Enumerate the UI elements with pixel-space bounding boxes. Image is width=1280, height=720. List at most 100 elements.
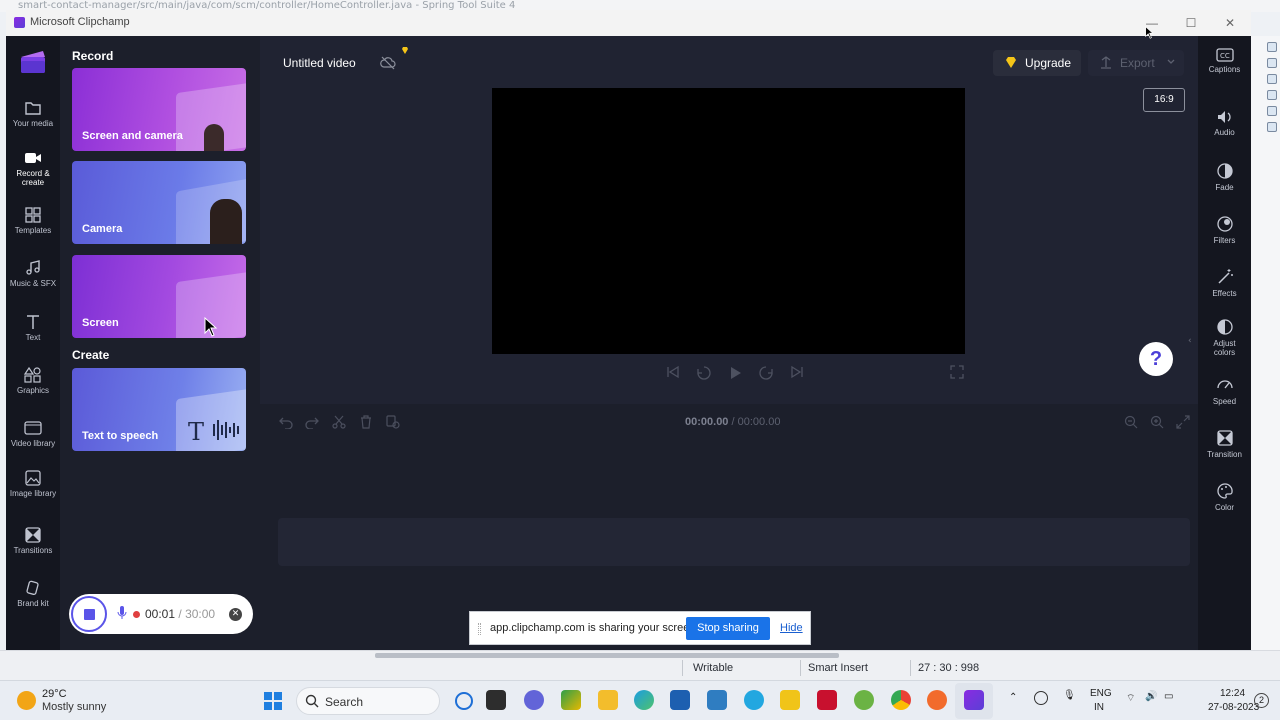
nav-video-library[interactable]: Video library — [6, 420, 60, 470]
wifi-icon[interactable]: ⌔ — [1126, 692, 1135, 705]
sticky-notes-icon[interactable] — [780, 690, 800, 710]
edge-browser-icon[interactable] — [634, 690, 654, 710]
nav-image-library[interactable]: Image library — [6, 470, 60, 520]
prop-filters[interactable]: Filters — [1198, 215, 1251, 265]
store-app-icon[interactable] — [561, 690, 581, 710]
onedrive-icon[interactable] — [1034, 691, 1048, 705]
ide-horizontal-scrollbar[interactable] — [375, 653, 839, 658]
microphone-icon[interactable] — [117, 606, 127, 620]
volume-icon[interactable]: 🔊 — [1145, 691, 1157, 702]
mcafee-icon[interactable] — [817, 690, 837, 710]
export-button[interactable]: Export — [1088, 50, 1184, 76]
nav-record-create[interactable]: Record & create — [6, 150, 60, 200]
upgrade-button[interactable]: Upgrade — [993, 50, 1081, 76]
battery-icon[interactable]: ▭ — [1164, 691, 1173, 702]
postman-icon[interactable] — [927, 690, 947, 710]
task-view-icon[interactable] — [486, 690, 506, 710]
nav-label: Your media — [12, 119, 54, 128]
weather-sun-icon[interactable] — [17, 691, 36, 710]
discard-recording-icon[interactable]: ✕ — [229, 608, 242, 621]
help-button[interactable]: ? — [1139, 342, 1173, 376]
prop-captions[interactable]: CC Captions — [1198, 48, 1251, 98]
tray-microphone-icon[interactable]: 🎙 — [1063, 690, 1076, 701]
video-preview-canvas[interactable] — [492, 88, 965, 354]
cloud-sync-off-icon[interactable] — [380, 56, 396, 70]
prop-fade[interactable]: Fade — [1198, 162, 1251, 212]
clock-time[interactable]: 12:24 — [1220, 688, 1245, 699]
nav-templates[interactable]: Templates — [6, 207, 60, 257]
text-to-speech-waveform-icon: T — [188, 418, 239, 444]
screen-card[interactable]: Screen — [72, 255, 246, 338]
collapse-properties-chevron-icon[interactable]: ‹ — [1188, 336, 1192, 346]
ide-tool-icon[interactable] — [1267, 90, 1277, 100]
rewind-5s-icon[interactable] — [696, 365, 712, 381]
ide-tool-icon[interactable] — [1267, 122, 1277, 132]
duplicate-icon[interactable] — [386, 415, 400, 429]
nav-brand-kit[interactable]: Brand kit — [6, 580, 60, 630]
windows-start-icon[interactable] — [263, 691, 283, 711]
microsoft-store-icon[interactable] — [670, 690, 690, 710]
language-top[interactable]: ENG — [1090, 688, 1112, 699]
nav-label: Graphics — [16, 386, 49, 395]
video-title[interactable]: Untitled video — [283, 56, 356, 70]
app-icon[interactable] — [744, 690, 764, 710]
bing-chat-icon[interactable] — [455, 692, 473, 710]
stop-sharing-button[interactable]: Stop sharing — [686, 617, 770, 640]
forward-5s-icon[interactable] — [758, 365, 774, 381]
spring-tool-suite-icon[interactable] — [854, 690, 874, 710]
prop-label: Adjust colors — [1213, 339, 1236, 357]
clock-date[interactable]: 27-08-2023 — [1208, 702, 1259, 713]
zoom-in-icon[interactable] — [1150, 415, 1164, 429]
camera-card[interactable]: Camera — [72, 161, 246, 244]
fit-timeline-icon[interactable] — [1176, 415, 1190, 429]
file-explorer-icon[interactable] — [598, 690, 618, 710]
screen-and-camera-card[interactable]: Screen and camera — [72, 68, 246, 151]
nav-your-media[interactable]: Your media — [6, 100, 60, 150]
nav-transitions[interactable]: Transitions — [6, 527, 60, 577]
ide-tool-icon[interactable] — [1267, 106, 1277, 116]
aspect-ratio-button[interactable]: 16:9 — [1143, 88, 1185, 112]
play-icon[interactable] — [727, 365, 743, 381]
text-to-speech-card[interactable]: T Text to speech — [72, 368, 246, 451]
undo-icon[interactable] — [279, 415, 293, 429]
prop-adjust-colors[interactable]: Adjust colors — [1198, 318, 1251, 368]
clipchamp-taskbar-icon[interactable] — [964, 690, 984, 710]
close-window-button[interactable]: ✕ — [1211, 10, 1249, 36]
stop-recording-button[interactable] — [71, 596, 107, 632]
redo-icon[interactable] — [305, 415, 319, 429]
nav-text[interactable]: Text — [6, 314, 60, 364]
chrome-icon[interactable] — [891, 690, 911, 710]
language-bottom[interactable]: IN — [1094, 702, 1104, 713]
skip-to-end-icon[interactable] — [790, 365, 804, 379]
ide-tool-icon[interactable] — [1267, 42, 1277, 52]
notification-count-badge[interactable]: 2 — [1254, 693, 1269, 708]
mysql-workbench-icon[interactable] — [707, 690, 727, 710]
prop-effects[interactable]: Effects — [1198, 268, 1251, 318]
split-scissors-icon[interactable] — [332, 415, 346, 429]
teams-chat-icon[interactable] — [524, 690, 544, 710]
prop-speed[interactable]: Speed — [1198, 376, 1251, 426]
prop-color[interactable]: Color — [1198, 482, 1251, 532]
prop-audio[interactable]: Audio — [1198, 109, 1251, 159]
prop-transition[interactable]: Transition — [1198, 429, 1251, 479]
nav-music-sfx[interactable]: Music & SFX — [6, 260, 60, 310]
timeline-track-dropzone[interactable] — [278, 518, 1190, 566]
skip-to-start-icon[interactable] — [666, 365, 680, 379]
record-create-panel: Record Screen and camera Camera Screen C… — [60, 36, 260, 650]
fullscreen-icon[interactable] — [950, 365, 964, 379]
ide-tool-icon[interactable] — [1267, 58, 1277, 68]
weather-temperature[interactable]: 29°C — [42, 688, 67, 700]
hide-sharing-bar-link[interactable]: Hide — [780, 622, 803, 634]
nav-label: Text — [25, 333, 41, 342]
nav-graphics[interactable]: Graphics — [6, 367, 60, 417]
zoom-out-icon[interactable] — [1124, 415, 1138, 429]
show-hidden-icons-chevron-icon[interactable]: ⌃ — [1009, 692, 1017, 703]
maximize-button[interactable]: ☐ — [1172, 10, 1210, 36]
delete-trash-icon[interactable] — [359, 415, 373, 429]
ide-tool-icon[interactable] — [1267, 74, 1277, 84]
clipchamp-logo-icon[interactable] — [19, 49, 47, 75]
window-titlebar: Microsoft Clipchamp — ☐ ✕ — [6, 10, 1251, 36]
taskbar-search[interactable]: Search — [296, 687, 473, 715]
drag-grip-icon[interactable] — [478, 623, 481, 635]
weather-description[interactable]: Mostly sunny — [42, 701, 106, 713]
